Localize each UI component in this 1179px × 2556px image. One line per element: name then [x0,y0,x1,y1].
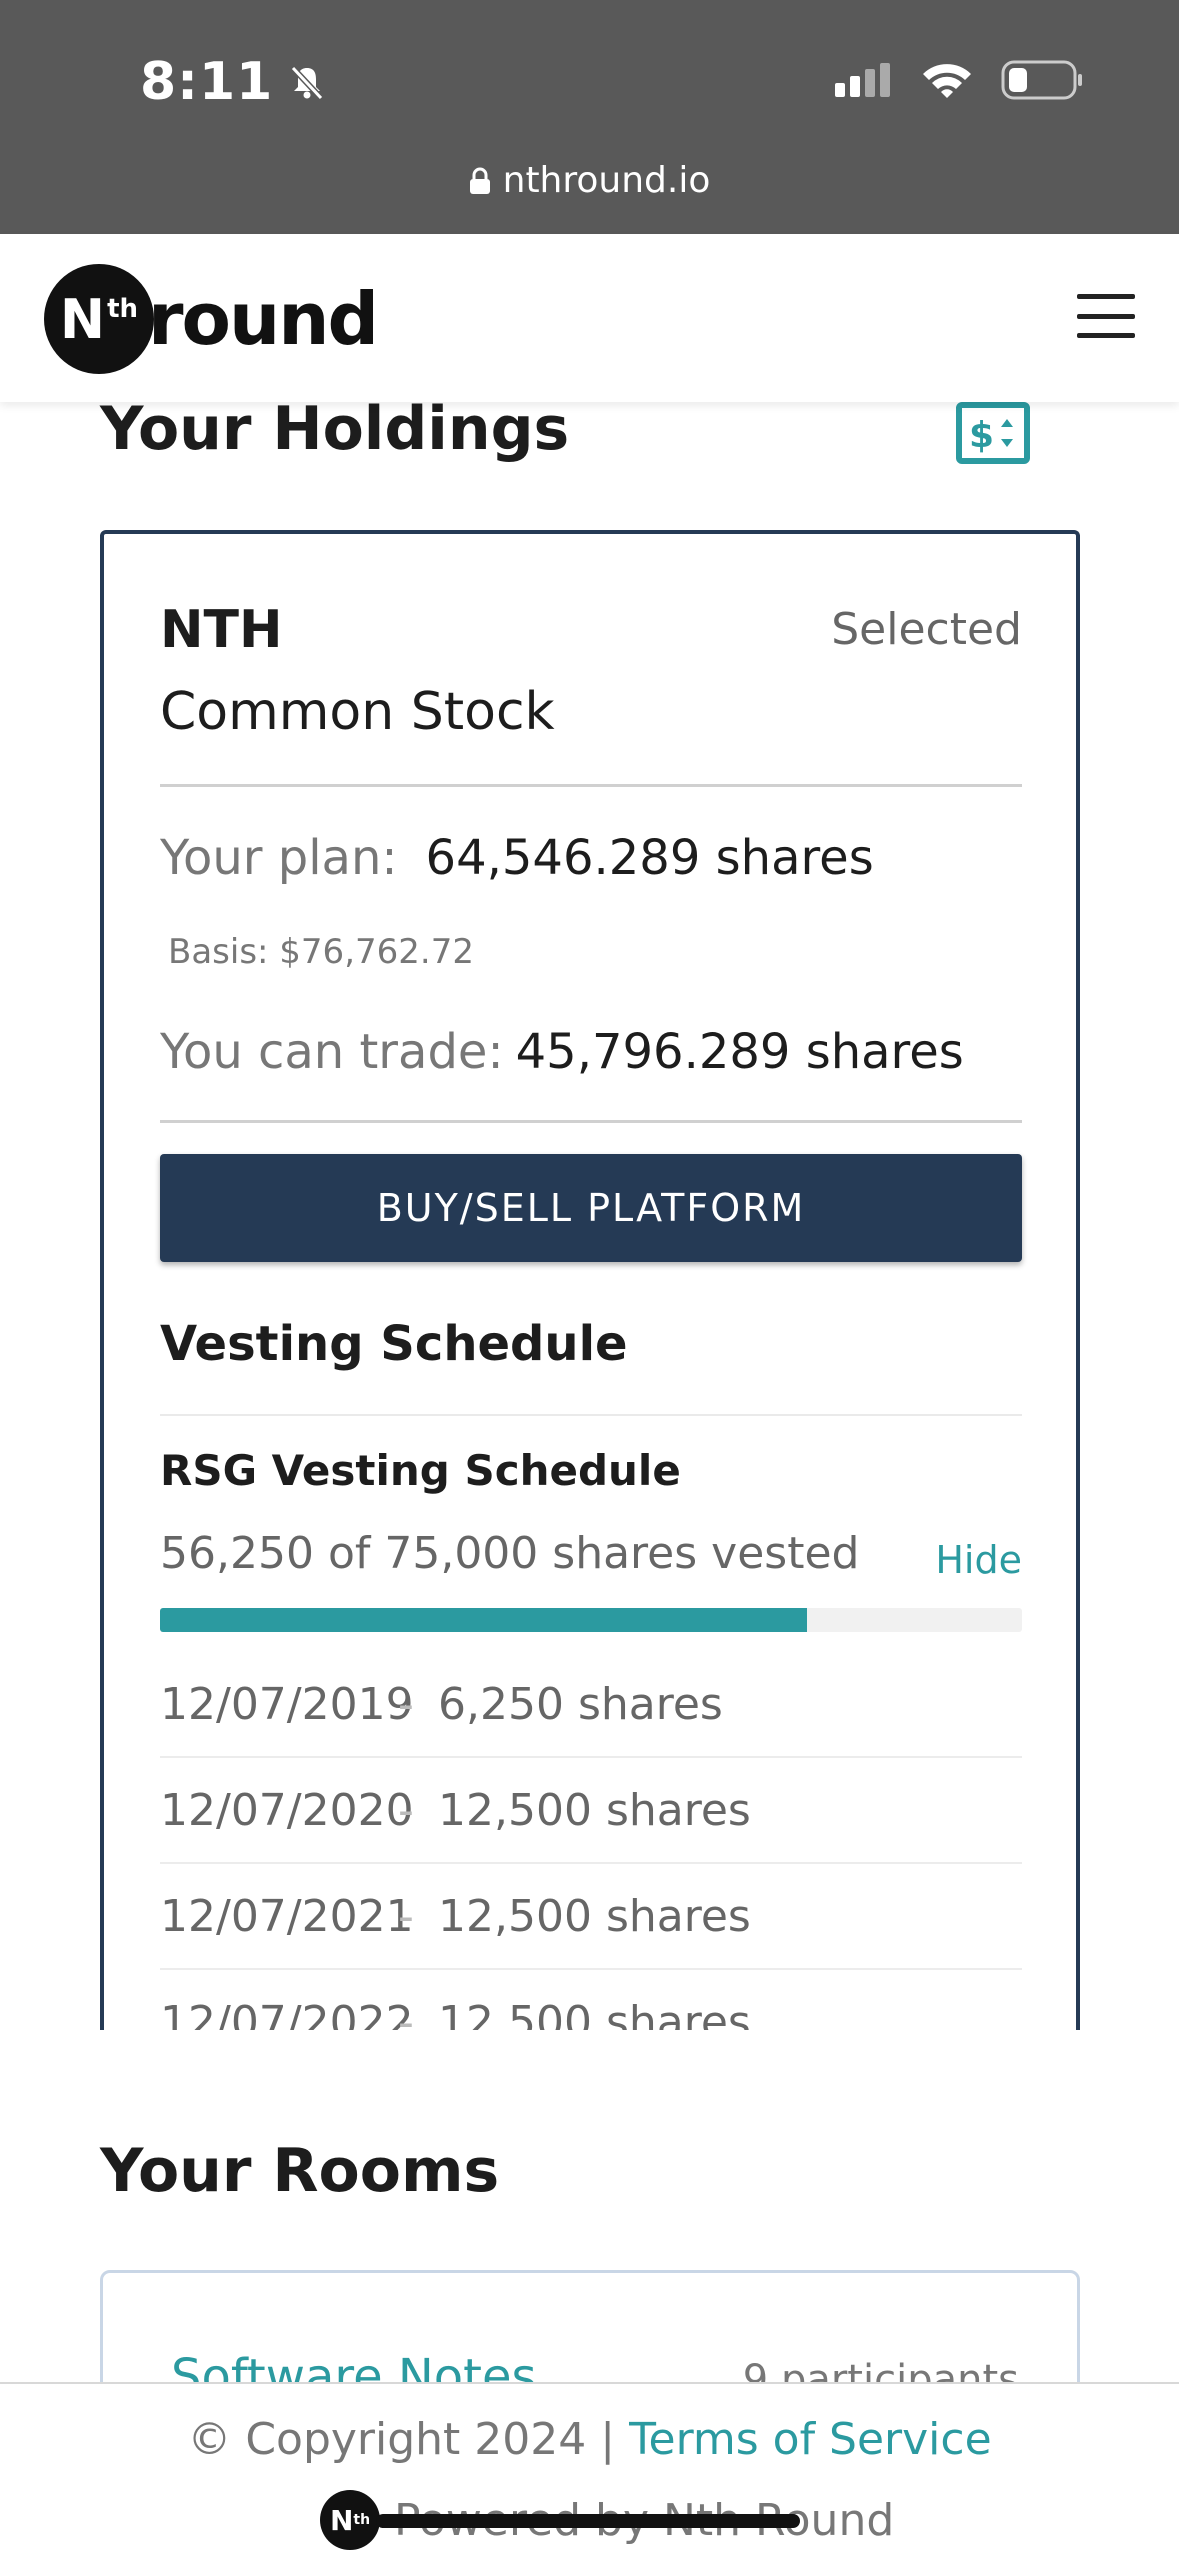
divider [160,784,1022,787]
holding-ticker: NTH [160,600,283,660]
schedule-shares: 12,500 shares [438,1890,751,1942]
holding-card[interactable]: NTH Selected Common Stock Your plan: 64,5… [100,530,1080,2030]
schedule-row: 12/07/2020 - 12,500 shares [160,1758,1022,1864]
url-text: nthround.io [502,160,711,201]
status-icons [835,60,1083,100]
schedule-date: 12/07/2021 [160,1890,414,1942]
selected-status: Selected [831,604,1022,655]
schedule-shares: 12,500 shares [438,1784,751,1836]
powered-logo-letter: N [329,2503,354,2537]
logo-mark-letter: N [59,287,106,351]
hide-schedule-link[interactable]: Hide [935,1538,1022,1582]
logo-text: round [148,277,379,361]
lock-icon [469,167,490,194]
status-time-group: 8:11 [140,52,327,112]
trade-value: 45,796.289 shares [515,1024,964,1080]
schedule-date: 12/07/2020 [160,1784,414,1836]
schedule-row: 12/07/2019 - 6,250 shares [160,1652,1022,1758]
page-footer: © Copyright 2024 | Terms of Service Nth … [0,2382,1179,2556]
home-indicator[interactable] [376,2514,800,2528]
vesting-progress-fill [160,1608,807,1632]
nth-round-logo[interactable]: Nth round [44,264,379,374]
buy-sell-platform-button[interactable]: BUY/SELL PLATFORM [160,1154,1022,1262]
plan-value: 64,546.289 shares [425,830,874,886]
logo-mark-sup: th [107,294,139,324]
hamburger-icon-line [1077,313,1135,319]
schedule-separator: - [398,1784,414,1836]
stock-type: Common Stock [160,682,555,742]
schedule-date: 12/07/2019 [160,1678,414,1730]
schedule-shares: 12,500 shares [438,1996,751,2031]
divider [160,1120,1022,1123]
svg-text:$: $ [969,415,994,455]
schedule-row: 12/07/2021 - 12,500 shares [160,1864,1022,1970]
dollar-sort-icon: $ [969,415,1013,455]
powered-logo-icon: Nth [320,2490,380,2550]
schedule-separator: - [398,1890,414,1942]
logo-mark: Nth [44,264,154,374]
terms-of-service-link[interactable]: Terms of Service [629,2414,992,2465]
wifi-icon [923,64,971,98]
plan-label: Your plan: [160,830,398,886]
schedule-date: 12/07/2022 [160,1996,414,2031]
copyright-line: © Copyright 2024 | Terms of Service [0,2414,1179,2465]
dollar-toggle-icon[interactable]: $ [956,402,1030,464]
rooms-title: Your Rooms [100,2136,500,2206]
schedule-separator: - [398,1996,414,2031]
battery-icon [1001,60,1082,100]
vesting-schedule-title: Vesting Schedule [160,1316,628,1372]
trade-label: You can trade: [160,1024,504,1080]
schedule-name: RSG Vesting Schedule [160,1446,681,1495]
status-time: 8:11 [140,52,274,112]
holdings-title: Your Holdings [100,394,570,464]
vested-summary: 56,250 of 75,000 shares vested [160,1528,860,1579]
copyright-text: © Copyright 2024 | [187,2414,616,2465]
mute-bell-icon [291,65,324,101]
schedule-row: 12/07/2022 - 12,500 shares [160,1970,1022,2031]
basis-text: Basis: $76,762.72 [168,932,474,972]
hamburger-menu-button[interactable] [1077,294,1135,338]
schedule-separator: - [398,1678,414,1730]
hamburger-icon-line [1077,333,1135,338]
browser-status-bar: 8:11 nthround.io [0,0,1179,234]
cellular-signal-icon [835,63,890,97]
plan-row: Your plan: 64,546.289 shares [160,830,874,886]
schedule-shares: 6,250 shares [438,1678,723,1730]
address-bar[interactable]: nthround.io [0,160,1179,201]
trade-row: You can trade: 45,796.289 shares [160,1024,964,1080]
app-header: Nth round [0,234,1179,402]
vesting-progress-bar [160,1608,1022,1632]
hamburger-icon-line [1077,294,1135,299]
divider [160,1414,1022,1416]
